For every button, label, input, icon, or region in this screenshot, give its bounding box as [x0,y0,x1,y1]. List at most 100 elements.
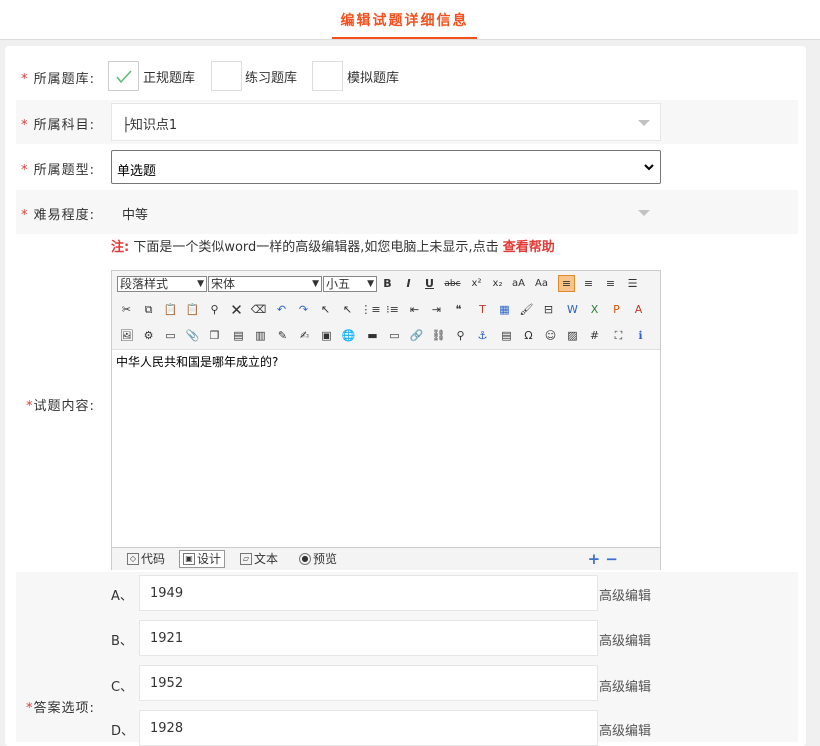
cut-icon[interactable]: ✂ [118,301,135,318]
tab-code-label: 代码 [141,552,166,566]
find-icon[interactable]: ⚲ [206,301,223,318]
superscript-icon[interactable]: x² [468,275,485,292]
tab-preview[interactable]: ● 预览 [296,550,340,568]
option-value: 1952 [150,676,184,691]
editor-note: 注: 下面是一个类似word一样的高级编辑器,如您电脑上未显示,点击 查看帮助 [111,236,555,255]
lowercase-icon[interactable]: Aa [533,275,550,292]
subscript-icon[interactable]: x₂ [489,275,506,292]
undo-icon[interactable]: ↶ [273,301,290,318]
attachment-icon[interactable]: 📎 [184,327,201,344]
horizontal-rule-icon[interactable]: ▬ [364,327,381,344]
italic-icon[interactable]: I [400,275,417,292]
format-painter-icon[interactable]: 🖌 [518,301,535,318]
globe-icon[interactable]: 🌐 [340,327,357,344]
info-icon[interactable]: ℹ [632,327,649,344]
copy-icon[interactable]: ⧉ [140,301,157,318]
grid-icon[interactable]: # [586,327,603,344]
paste-text-icon[interactable]: 📋 [184,301,201,318]
difficulty-value: 中等 [122,208,149,223]
option-c-input[interactable]: 1952 [139,665,598,701]
delete-icon[interactable]: ✕ [228,301,245,319]
underline-icon[interactable]: U [421,275,438,292]
word-icon[interactable]: W [564,301,581,318]
search-replace-icon[interactable]: ⚲ [452,327,469,344]
input-icon[interactable]: ▭ [386,327,403,344]
form-icon[interactable]: ▤ [498,327,515,344]
special-char-icon[interactable]: Ω [520,327,537,344]
select-icon[interactable]: ↖ [339,301,356,318]
size-select[interactable]: 小五 ▼ [323,276,377,292]
unlink-icon[interactable]: ⛓ [430,327,447,344]
font-select[interactable]: 宋体 ▼ [208,276,322,292]
align-justify-icon[interactable]: ☰ [624,275,641,292]
uppercase-icon[interactable]: aA [510,275,527,292]
document-icon[interactable]: ❐ [206,327,223,344]
tab-code[interactable]: ◇ 代码 [124,550,168,568]
align-center-icon[interactable]: ≡ [580,275,597,292]
advanced-edit-d[interactable]: 高级编辑 [599,720,651,739]
table-icon[interactable]: ▤ [230,327,247,344]
comment-icon[interactable]: ▨ [564,327,581,344]
clear-format-icon[interactable]: ⊟ [540,301,557,318]
fullscreen-icon[interactable]: ⛶ [610,327,627,344]
align-left-icon[interactable]: ≡ [558,275,575,292]
chevron-down-icon [644,164,654,171]
advanced-edit-c[interactable]: 高级编辑 [599,676,651,695]
blockquote-icon[interactable]: ❝ [450,301,467,318]
bank-checkbox-practice[interactable] [211,61,242,91]
difficulty-select[interactable]: 中等 [111,193,661,231]
unordered-list-icon[interactable]: ⁝≡ [384,301,401,318]
brush-icon[interactable]: ✎ [274,327,291,344]
pointer-icon[interactable]: ↖ [317,301,334,318]
edit-icon[interactable]: ✍ [296,327,313,344]
option-d-input[interactable]: 1928 [139,710,598,746]
subject-select[interactable]: ├知识点1 [111,103,661,141]
subject-label: * 所属科目: [21,118,96,133]
highlight-icon[interactable]: ▦ [496,301,513,318]
strikethrough-icon[interactable]: abc [444,275,461,292]
advanced-edit-b[interactable]: 高级编辑 [599,630,651,649]
tab-text-label: 文本 [254,552,279,566]
align-right-icon[interactable]: ≡ [602,275,619,292]
option-a-input[interactable]: 1949 [139,575,598,611]
design-icon: ▣ [183,553,195,565]
ordered-list-icon[interactable]: ⋮≡ [360,301,380,318]
redo-icon[interactable]: ↷ [295,301,312,318]
bank-checkbox-mock[interactable] [312,61,343,91]
image-icon[interactable]: 🖼 [118,327,135,344]
qtype-select[interactable]: 单选题 [111,150,661,184]
advanced-edit-a[interactable]: 高级编辑 [599,585,651,604]
font-value: 宋体 [211,277,236,291]
paragraph-style-value: 段落样式 [120,277,169,291]
tab-edit-question[interactable]: 编辑试题详细信息 [332,10,477,39]
chevron-down-icon: ▼ [312,279,319,289]
flash-icon[interactable]: ⚙ [140,327,157,344]
paragraph-style-select[interactable]: 段落样式 ▼ [117,276,207,292]
tab-design[interactable]: ▣ 设计 [179,550,226,568]
editor-content[interactable]: 中华人民共和国是哪年成立的? [116,353,278,370]
pdf-icon[interactable]: A [630,301,647,318]
powerpoint-icon[interactable]: P [608,301,625,318]
indent-icon[interactable]: ⇥ [428,301,445,318]
outdent-icon[interactable]: ⇤ [406,301,423,318]
font-color-icon[interactable]: T [474,301,491,318]
link-icon[interactable]: 🔗 [408,327,425,344]
bank-checkbox-regular[interactable] [108,61,139,91]
tab-text[interactable]: ▱ 文本 [237,550,281,568]
chevron-down-icon [638,120,650,126]
bank-row: * 所属题库: 正规题库 练习题库 模拟题库 [16,60,798,92]
bold-icon[interactable]: B [379,275,396,292]
chevron-down-icon: ▼ [197,279,204,289]
option-b-input[interactable]: 1921 [139,620,598,656]
excel-icon[interactable]: X [586,301,603,318]
eraser-icon[interactable]: ⌫ [250,301,267,318]
media-icon[interactable]: ▭ [162,327,179,344]
anchor-icon[interactable]: ⚓ [474,327,491,344]
help-link[interactable]: 查看帮助 [503,240,555,255]
html-icon[interactable]: ▣ [318,327,335,344]
template-icon[interactable]: ▥ [252,327,269,344]
emoticon-icon[interactable]: ☺ [542,327,559,344]
paste-icon[interactable]: 📋 [162,301,179,318]
minus-icon[interactable]: − [605,550,618,568]
plus-icon[interactable]: + [588,550,601,568]
